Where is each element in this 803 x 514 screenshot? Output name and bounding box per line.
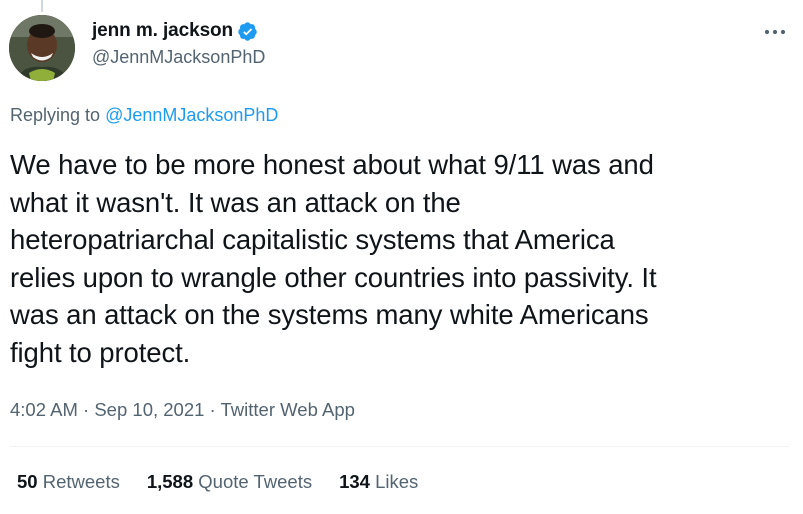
likes-stat-link[interactable]: 134 Likes — [339, 471, 418, 493]
tweet-source-link[interactable]: Twitter Web App — [221, 399, 355, 420]
quote-tweets-label: Quote Tweets — [193, 471, 313, 492]
avatar-image — [9, 15, 75, 81]
meta-separator: · — [77, 399, 95, 420]
tweet-text: We have to be more honest about what 9/1… — [10, 149, 657, 368]
divider — [10, 446, 789, 447]
author-name-row: jenn m. jackson — [92, 18, 265, 44]
retweets-stat-link[interactable]: 50 Retweets — [17, 471, 120, 493]
replying-to-handle-link[interactable]: @JennMJacksonPhD — [105, 105, 278, 125]
replying-to: Replying to @JennMJacksonPhD — [10, 105, 278, 126]
author-display-name[interactable]: jenn m. jackson — [92, 20, 233, 42]
tweet-author: jenn m. jackson @JennMJacksonPhD — [92, 18, 265, 68]
likes-count: 134 — [339, 471, 370, 492]
verified-badge-icon — [237, 21, 258, 42]
retweets-count: 50 — [17, 471, 38, 492]
quote-tweets-count: 1,588 — [146, 471, 194, 492]
meta-separator: · — [204, 399, 221, 420]
author-handle[interactable]: @JennMJacksonPhD — [92, 47, 265, 68]
more-options-button[interactable] — [761, 18, 789, 46]
tweet-date-link[interactable]: Sep 10, 2021 — [94, 399, 204, 420]
avatar[interactable] — [9, 15, 75, 81]
tweet-time-link[interactable]: 4:02 AM — [10, 399, 78, 420]
likes-label: Likes — [369, 471, 419, 492]
tweet-stats: 50 Retweets 1,588 Quote Tweets 134 Likes — [17, 471, 445, 493]
tweet-meta: 4:02 AM · Sep 10, 2021 · Twitter Web App — [10, 399, 355, 421]
replying-to-label: Replying to — [10, 105, 106, 125]
quote-tweets-stat-link[interactable]: 1,588 Quote Tweets — [147, 471, 312, 493]
more-horizontal-icon — [764, 29, 786, 35]
thread-connector-line — [41, 0, 43, 12]
retweets-label: Retweets — [37, 471, 120, 492]
